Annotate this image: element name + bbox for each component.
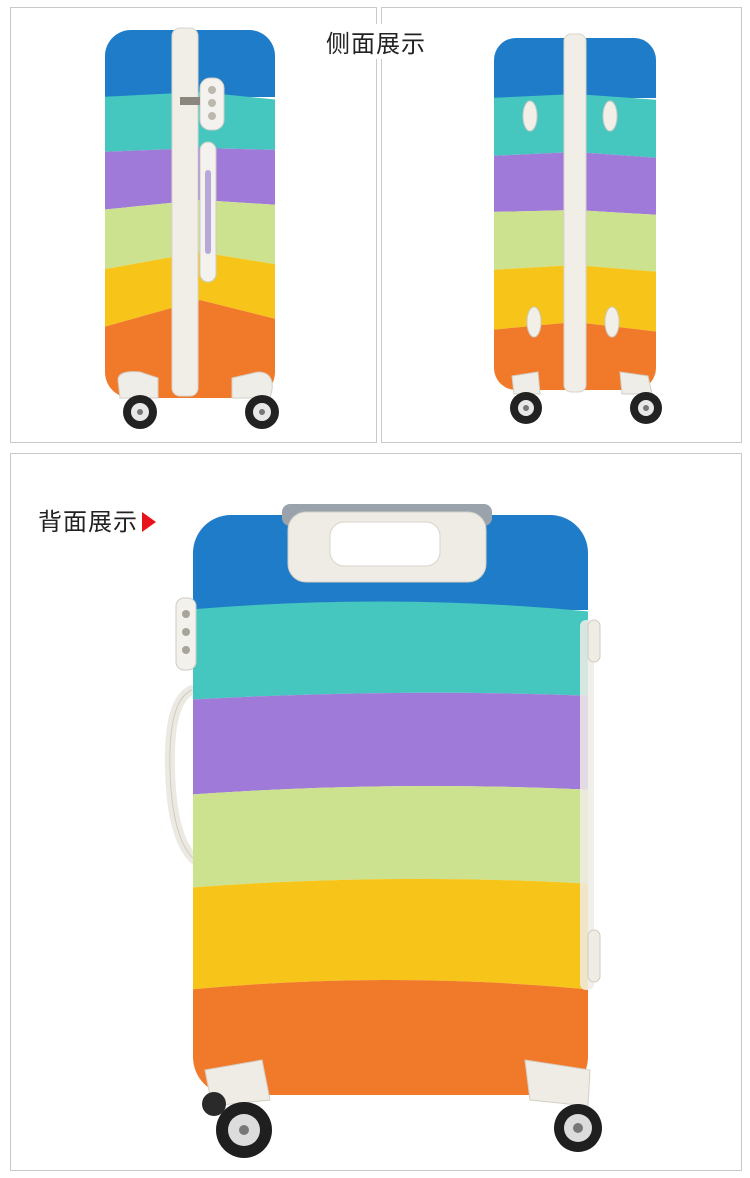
stripe-lime [193, 786, 588, 888]
spinner-wheel-icon [216, 1102, 272, 1158]
foot-bumper [587, 619, 601, 663]
combination-lock-icon [175, 597, 197, 671]
back-suitcase [164, 504, 602, 1158]
spinner-wheel-icon [554, 1104, 602, 1152]
stripe-yellow [193, 878, 588, 990]
foot-bumper [587, 929, 601, 983]
stripe-teal [193, 601, 588, 700]
side-handle [164, 685, 200, 865]
stripe-purple [193, 692, 588, 795]
spinner-wheel-icon [202, 1092, 226, 1116]
trolley-handle [282, 504, 492, 583]
